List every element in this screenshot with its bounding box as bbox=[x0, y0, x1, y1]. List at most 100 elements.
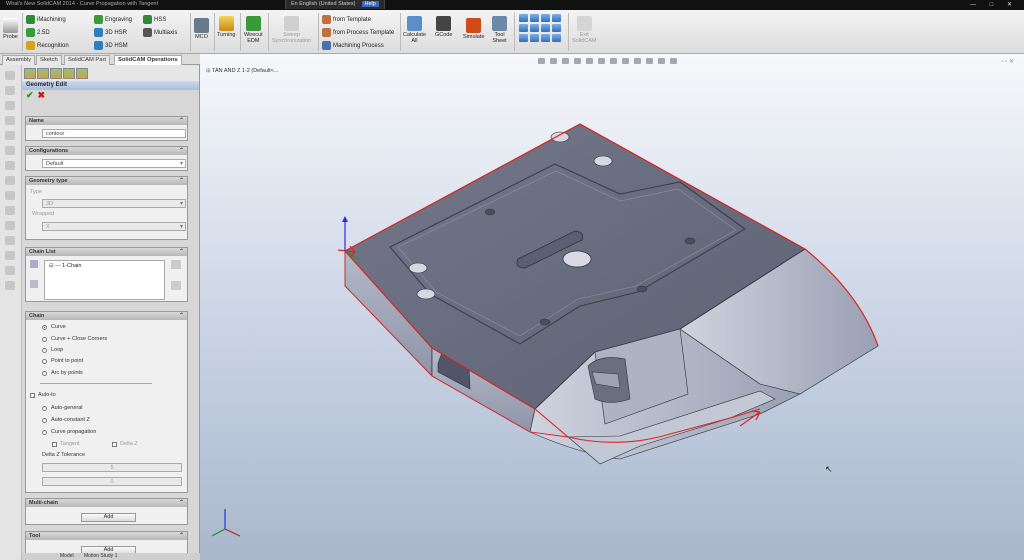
mcd-button[interactable]: MCO bbox=[194, 18, 209, 40]
tab-solidcam-part[interactable]: SolidCAM Part bbox=[64, 55, 111, 65]
radio-loop[interactable] bbox=[42, 348, 47, 353]
strip-icon[interactable] bbox=[5, 131, 15, 140]
radio-point-to-point[interactable] bbox=[42, 359, 47, 364]
window-title: What's New SolidCAM 2014 - Curve Propaga… bbox=[6, 1, 158, 7]
from-template-button[interactable]: from Template bbox=[322, 15, 371, 24]
solidcam-manager-icon[interactable] bbox=[76, 68, 88, 79]
imachining-button[interactable]: iMachining bbox=[26, 15, 66, 24]
panel-title: Geometry Edit bbox=[22, 81, 199, 90]
simulate-button[interactable]: Simulate bbox=[463, 18, 484, 40]
chain-list-group: Chain List ⌃ ⊟ — 1-Chain bbox=[25, 247, 188, 302]
strip-icon[interactable] bbox=[5, 281, 15, 290]
chain-group: Chain ⌃ Curve Curve + Close Corners Loop … bbox=[25, 311, 188, 493]
tangent-checkbox[interactable] bbox=[52, 442, 57, 447]
configuration-select[interactable]: Default bbox=[42, 159, 186, 168]
tolerance-field-2[interactable]: 0 bbox=[42, 477, 182, 486]
divider bbox=[40, 383, 152, 384]
simulate-icon bbox=[466, 18, 482, 33]
tool-sheet-button[interactable]: Tool Sheet bbox=[492, 16, 507, 44]
strip-icon[interactable] bbox=[5, 176, 15, 185]
machining-process-button[interactable]: Machining Process bbox=[322, 41, 384, 50]
multi-chain-add-button[interactable]: Add bbox=[81, 513, 136, 522]
type-select[interactable]: 3D bbox=[42, 199, 186, 208]
delta-z-checkbox[interactable] bbox=[112, 442, 117, 447]
strip-icon[interactable] bbox=[5, 116, 15, 125]
tool-sheet-icon bbox=[492, 16, 507, 31]
auto-constant-z-label: Auto-constant Z bbox=[51, 417, 90, 423]
radio-curve[interactable] bbox=[42, 325, 47, 330]
ok-checkmark-icon[interactable]: ✔ bbox=[26, 90, 34, 100]
strip-icon[interactable] bbox=[5, 206, 15, 215]
tab-motion-study[interactable]: Motion Study 1 bbox=[84, 553, 117, 559]
view-triad-icon bbox=[211, 509, 241, 537]
tab-model[interactable]: Model bbox=[60, 553, 74, 559]
hss-button[interactable]: HSS bbox=[143, 15, 166, 24]
tab-assembly[interactable]: Assembly bbox=[2, 55, 36, 65]
name-field[interactable]: contour bbox=[42, 129, 186, 138]
radio-curve-propagation[interactable] bbox=[42, 430, 47, 435]
multi-chain-group: Multi-chain ⌃ Add bbox=[25, 498, 188, 525]
template-icon bbox=[322, 15, 331, 24]
wrapped-label: Wrapped bbox=[32, 211, 55, 217]
strip-icon[interactable] bbox=[5, 266, 15, 275]
exit-solidcam-button[interactable]: Exit SolidCAM bbox=[572, 16, 596, 44]
3d-hsm-button[interactable]: 3D HSM bbox=[94, 41, 128, 50]
probe-button[interactable]: Probe bbox=[3, 18, 18, 40]
tab-sketch[interactable]: Sketch bbox=[36, 55, 62, 65]
list-item[interactable]: ⊟ — 1-Chain bbox=[45, 261, 164, 271]
mouse-cursor-icon: ↖ bbox=[825, 464, 833, 474]
bottom-tabs: Model Motion Study 1 bbox=[22, 553, 200, 560]
radio-curve-close-corners[interactable] bbox=[42, 337, 47, 342]
strip-icon[interactable] bbox=[5, 191, 15, 200]
config-manager-icon[interactable] bbox=[50, 68, 62, 79]
help-button[interactable]: Help bbox=[361, 1, 379, 7]
wrapped-select[interactable]: X bbox=[42, 222, 186, 231]
chain-list-actions[interactable] bbox=[171, 260, 185, 300]
window-controls[interactable]: — □ ✕ bbox=[970, 1, 1018, 8]
property-manager-icon[interactable] bbox=[37, 68, 49, 79]
strip-icon[interactable] bbox=[5, 221, 15, 230]
tab-solidcam-operations[interactable]: SolidCAM Operations bbox=[114, 55, 182, 65]
radio-auto-constant-z[interactable] bbox=[42, 418, 47, 423]
collapse-icon: ⌃ bbox=[178, 148, 184, 154]
strip-icon[interactable] bbox=[5, 146, 15, 155]
strip-icon[interactable] bbox=[5, 251, 15, 260]
sweep-synchronization-button[interactable]: Sweep Synchronization bbox=[272, 16, 311, 44]
tolerance-field-1[interactable]: 5 bbox=[42, 463, 182, 472]
dim-expert-icon[interactable] bbox=[63, 68, 75, 79]
left-tool-strip bbox=[0, 65, 22, 560]
strip-icon[interactable] bbox=[5, 86, 15, 95]
strip-icon[interactable] bbox=[5, 161, 15, 170]
graphics-viewport[interactable]: ⊞ TAN AND Z 1-2 (Default<... ▫ ▫ ✕ ↖ bbox=[200, 54, 1024, 560]
wirecut-edm-button[interactable]: Wirecut EDM bbox=[244, 16, 263, 44]
chain-list-box[interactable]: ⊟ — 1-Chain bbox=[44, 260, 165, 300]
feature-tree-icon[interactable] bbox=[24, 68, 36, 79]
3d-hsr-button[interactable]: 3D HSR bbox=[94, 28, 127, 37]
probe-icon bbox=[3, 18, 18, 33]
geometry-edit-panel: Geometry Edit ✔ ✖ Name ⌃ contour Configura… bbox=[22, 65, 200, 560]
turning-button[interactable]: Turning bbox=[217, 16, 235, 38]
strip-icon[interactable] bbox=[5, 236, 15, 245]
collapse-icon: ⌃ bbox=[178, 313, 184, 319]
language-indicator[interactable]: En English (United States) Help bbox=[285, 0, 385, 9]
strip-icon[interactable] bbox=[5, 101, 15, 110]
2-5d-button[interactable]: 2.5D bbox=[26, 28, 50, 37]
tangent-label: Tangent bbox=[60, 441, 80, 447]
multiaxis-icon bbox=[143, 28, 152, 37]
calculate-all-button[interactable]: Calculate All bbox=[403, 16, 426, 44]
from-process-template-button[interactable]: from Process Template bbox=[322, 28, 394, 37]
view-tools-grid[interactable] bbox=[519, 14, 561, 42]
radio-arc-by-points[interactable] bbox=[42, 371, 47, 376]
chain-list-side-icons[interactable] bbox=[30, 260, 40, 288]
cad-part-model[interactable] bbox=[200, 54, 1024, 560]
strip-icon[interactable] bbox=[5, 71, 15, 80]
radio-auto-general[interactable] bbox=[42, 406, 47, 411]
gcode-button[interactable]: GCode bbox=[435, 16, 452, 38]
mcd-icon bbox=[194, 18, 209, 33]
auto-to-checkbox[interactable] bbox=[30, 393, 35, 398]
engraving-button[interactable]: Engraving bbox=[94, 15, 132, 24]
multiaxis-button[interactable]: Multiaxis bbox=[143, 28, 177, 37]
panel-icon-row bbox=[22, 65, 199, 81]
recognition-button[interactable]: Recognition bbox=[26, 41, 69, 50]
cancel-x-icon[interactable]: ✖ bbox=[38, 90, 46, 100]
